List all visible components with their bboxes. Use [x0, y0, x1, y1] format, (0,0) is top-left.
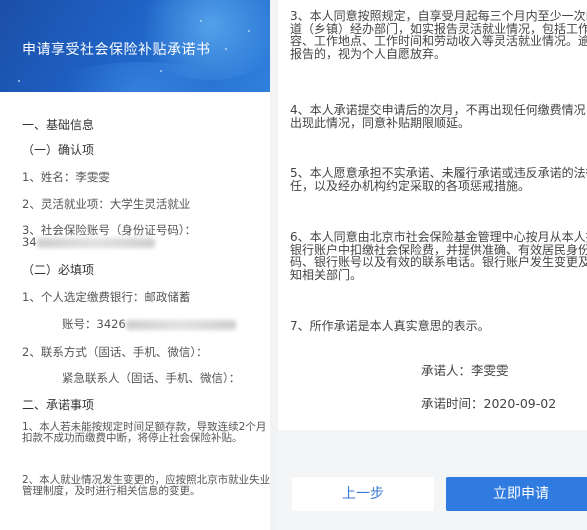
agreement-item-3: 3、本人同意按照规定，自享受月起每三个月内至少一次向街道（乡镇）经办部门，如实报… — [290, 9, 587, 61]
sign-time: 承诺时间：2020-09-02 — [421, 396, 557, 411]
promise-item-1: 1、本人若未能按规定时间足额存款，导致连续2个月扣款不成功而缴费中断，将停止社会… — [22, 421, 267, 444]
agreement-item-7: 7、所作承诺是本人真实意思的表示。 — [290, 319, 490, 333]
banner-sparkle — [18, 80, 20, 82]
pane-divider — [270, 0, 278, 530]
emergency-contact-field: 紧急联系人（固话、手机、微信）： — [62, 371, 241, 385]
redacted-bank-account — [125, 319, 236, 330]
banner-sparkle — [248, 30, 250, 32]
bank-account-field: 账号：3426 — [62, 317, 236, 331]
bank-account-prefix: 3426 — [96, 317, 126, 331]
social-insurance-account-value: 34 — [22, 235, 155, 249]
redacted-id-number — [36, 237, 155, 248]
banner-sparkle — [225, 48, 227, 50]
header-banner: 申请享受社会保险补贴承诺书 — [0, 0, 270, 92]
agreement-item-6: 6、本人同意由北京市社会保险基金管理中心按月从本人指定银行账户中扣缴社会保险费，… — [290, 230, 587, 282]
contact-method-field: 2、联系方式（固话、手机、微信）： — [22, 345, 208, 359]
section-basic-info-title: 一、基础信息 — [22, 118, 95, 132]
section-promises-title: 二、承诺事项 — [22, 398, 95, 412]
agreement-item-5: 5、本人愿意承担不实承诺、未履行承诺或违反承诺的法律责任，以及经办机构约定采取的… — [290, 166, 587, 193]
agreement-content[interactable]: 3、本人同意按照规定，自享受月起每三个月内至少一次向街道（乡镇）经办部门，如实报… — [278, 0, 587, 430]
employment-type-field: 2、灵活就业项：大学生灵活就业 — [22, 197, 191, 211]
bank-account-label: 账号： — [62, 317, 97, 331]
subsection-confirm-title: （一）确认项 — [22, 143, 95, 157]
name-field: 1、姓名：李雯雯 — [22, 170, 110, 184]
previous-step-button[interactable]: 上一步 — [292, 477, 434, 511]
banner-sparkle — [160, 70, 162, 72]
right-pane: 3、本人同意按照规定，自享受月起每三个月内至少一次向街道（乡镇）经办部门，如实报… — [278, 0, 587, 530]
payment-bank-field: 1、个人选定缴费银行：邮政储蓄 — [22, 290, 191, 304]
left-pane: 申请享受社会保险补贴承诺书 一、基础信息 （一）确认项 1、姓名：李雯雯 2、灵… — [0, 0, 270, 530]
agreement-item-4: 4、本人承诺提交申请后的次月，不再出现任何缴费情况，若出现此情况，同意补贴期限顺… — [290, 103, 587, 130]
footer-bar: 上一步 立即申请 — [278, 430, 587, 530]
subsection-required-title: （二）必填项 — [22, 263, 95, 277]
signer-name: 承诺人：李雯雯 — [421, 363, 509, 378]
promise-item-2: 2、本人就业情况发生变更的，应按照北京市就业失业管理制度，及时进行相关信息的变更… — [22, 474, 270, 497]
apply-now-button[interactable]: 立即申请 — [446, 477, 587, 511]
page-title: 申请享受社会保险补贴承诺书 — [22, 42, 211, 58]
banner-sparkle — [200, 20, 202, 22]
account-prefix: 34 — [22, 235, 37, 249]
